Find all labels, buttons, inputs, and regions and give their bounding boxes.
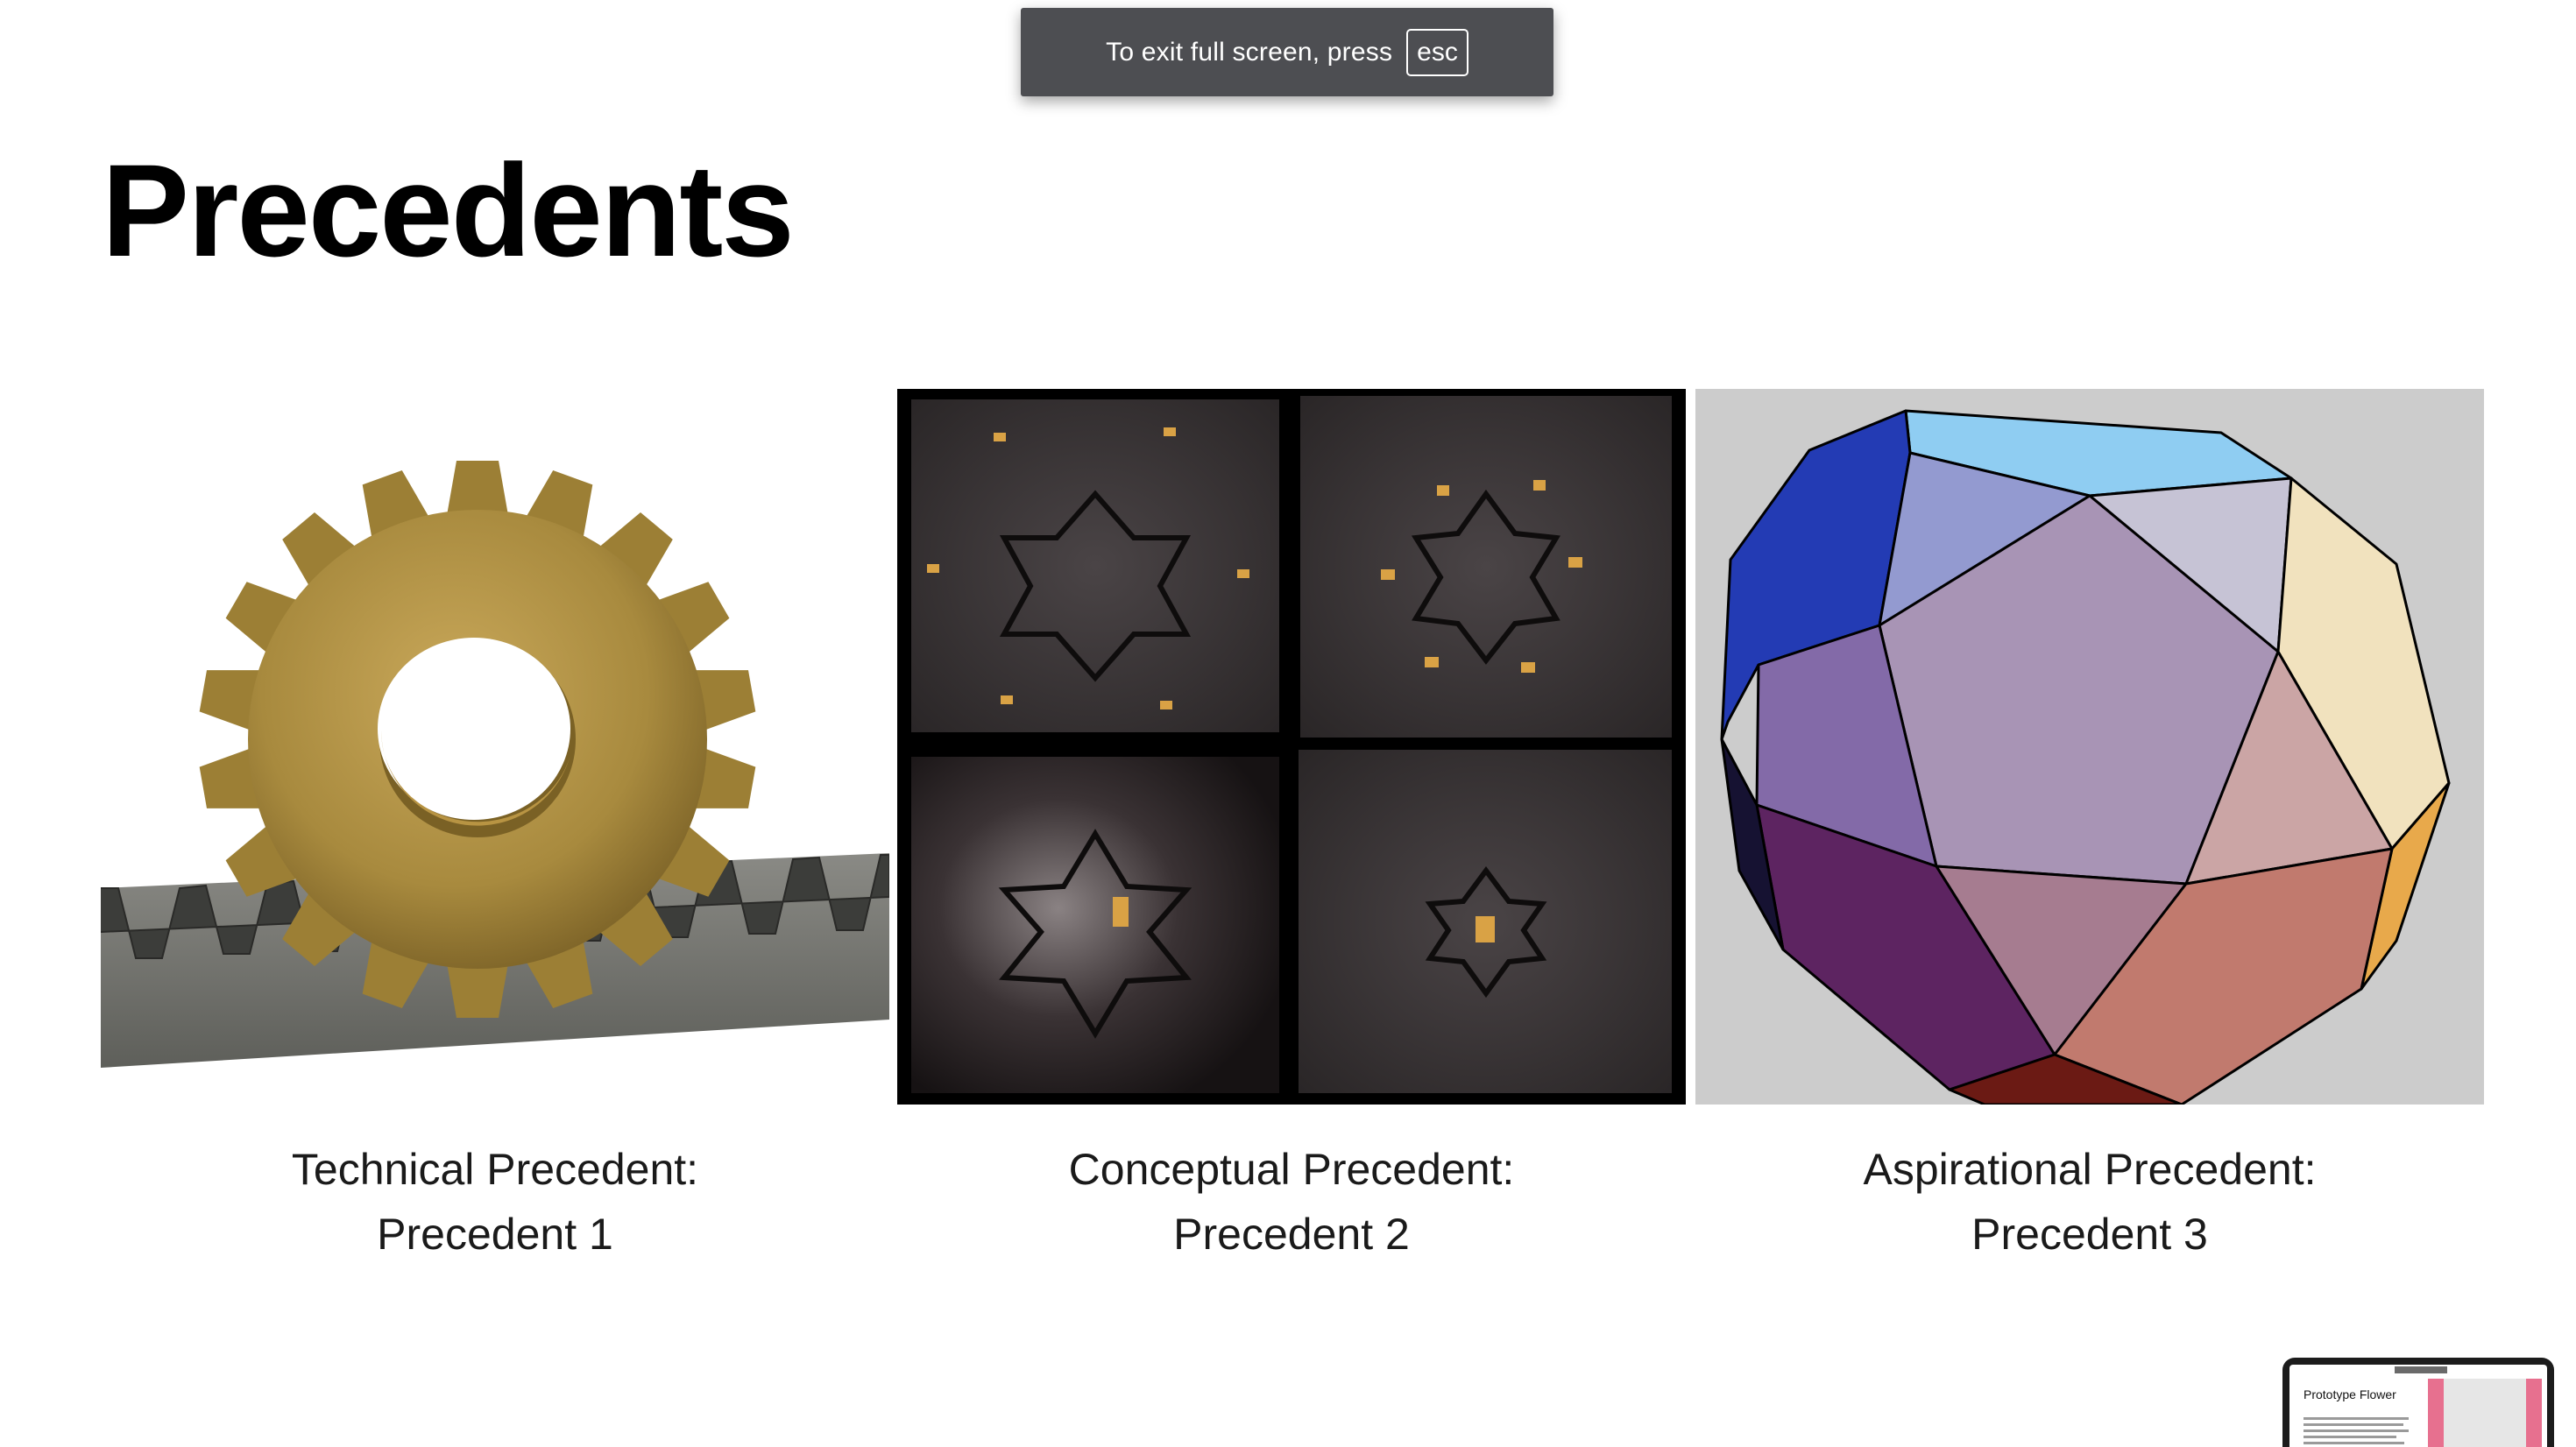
caption-category: Aspirational Precedent: [1863,1145,2317,1194]
polyhedron-image [1695,389,2484,1105]
caption-category: Conceptual Precedent: [1068,1145,1515,1194]
slide-preview-thumbnail[interactable]: Prototype Flower [2282,1358,2554,1447]
gear-and-rack-image [101,389,889,1105]
caption-category: Technical Precedent: [291,1145,699,1194]
preview-body-text [2304,1417,2409,1447]
preview-title: Prototype Flower [2304,1387,2396,1401]
preview-screen: Prototype Flower [2289,1365,2547,1447]
preview-flower-image [2428,1379,2542,1447]
page-title: Precedents [102,137,795,284]
esc-key-label: esc [1406,28,1468,76]
preview-toolbar [2395,1366,2447,1373]
fullscreen-exit-notice: To exit full screen, press esc [1021,8,1553,96]
fullscreen-notice-text: To exit full screen, press [1106,37,1393,67]
caption-name: Precedent 3 [1971,1210,2208,1259]
precedent-caption-3: Aspirational Precedent: Precedent 3 [1695,1137,2484,1267]
presentation-slide: To exit full screen, press esc Precedent… [0,0,2576,1447]
precedent-caption-1: Technical Precedent: Precedent 1 [101,1137,889,1267]
precedent-caption-2: Conceptual Precedent: Precedent 2 [897,1137,1686,1267]
caption-name: Precedent 2 [1173,1210,1410,1259]
kinetic-star-sculpture-image [897,389,1686,1105]
caption-name: Precedent 1 [377,1210,613,1259]
